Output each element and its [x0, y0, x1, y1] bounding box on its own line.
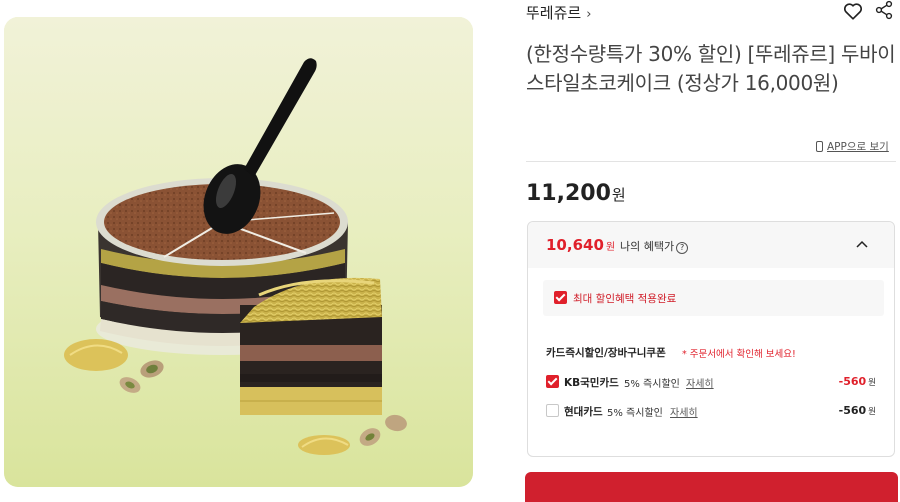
benefit-price-unit: 원 [605, 242, 616, 253]
discount-detail-link[interactable]: 자세히 [670, 404, 698, 419]
benefit-panel: 10,640 원 나의 혜택가? 최대 할인혜택 적용완료 카드즉시할인/장바구니… [527, 221, 895, 457]
product-image [4, 17, 473, 487]
coupon-note: * 주문서에서 확인해 보세요! [682, 349, 796, 360]
brand-name: 뚜레쥬르 [526, 4, 582, 22]
max-benefit-row: 최대 할인혜택 적용완료 [543, 280, 884, 316]
discount-amount: -560 원 [839, 404, 876, 417]
buy-button[interactable] [525, 472, 898, 502]
discount-card-name: 현대카드 [564, 406, 603, 418]
chevron-up-icon[interactable] [856, 240, 868, 248]
benefit-label-text: 나의 혜택가 [620, 240, 675, 253]
discount-amount: -560 원 [839, 375, 876, 388]
cake-photo [4, 17, 473, 487]
chevron-right-icon: › [586, 7, 592, 22]
share-icon[interactable] [874, 0, 894, 20]
discount-desc: 5% 즉시할인 [607, 408, 663, 419]
discount-amount-unit: 원 [868, 407, 876, 417]
brand-row: 뚜레쥬르 › [526, 0, 896, 26]
divider [526, 161, 896, 162]
discount-row-hyundai: 현대카드 5% 즉시할인 자세히 -560 원 [546, 403, 876, 419]
coupon-heading: 카드즉시할인/장바구니쿠폰 [546, 347, 666, 359]
benefit-price-value: 10,640 [546, 236, 604, 254]
price-value: 11,200 [526, 181, 611, 206]
brand-link[interactable]: 뚜레쥬르 › [526, 2, 591, 23]
discount-card-name: KB국민카드 [564, 377, 619, 389]
benefit-price: 10,640 원 [546, 236, 615, 254]
discount-amount-value: -560 [838, 404, 867, 417]
discount-amount-unit: 원 [868, 378, 876, 388]
hyundai-card-checkbox[interactable] [546, 404, 559, 417]
benefit-header[interactable]: 10,640 원 나의 혜택가? [528, 222, 894, 268]
info-icon[interactable]: ? [676, 242, 689, 254]
discount-row-kb: KB국민카드 5% 즉시할인 자세히 -560 원 [546, 374, 876, 390]
kb-card-checkbox[interactable] [546, 375, 559, 388]
max-benefit-label: 최대 할인혜택 적용완료 [573, 293, 677, 305]
app-view-link[interactable]: APP으로 보기 [816, 139, 889, 154]
app-view-label: APP으로 보기 [827, 141, 889, 153]
heart-icon[interactable] [842, 0, 864, 22]
price-unit: 원 [611, 186, 626, 204]
mobile-phone-icon [816, 141, 823, 152]
max-benefit-checkbox[interactable] [554, 291, 567, 304]
benefit-label: 나의 혜택가? [620, 238, 689, 254]
discount-desc: 5% 즉시할인 [624, 379, 680, 390]
product-price: 11,200원 [526, 181, 626, 206]
discount-detail-link[interactable]: 자세히 [686, 375, 714, 390]
product-title: (한정수량특가 30% 할인) [뚜레쥬르] 두바이스타일초코케이크 (정상가 … [526, 42, 896, 95]
discount-amount-value: -560 [838, 375, 867, 388]
